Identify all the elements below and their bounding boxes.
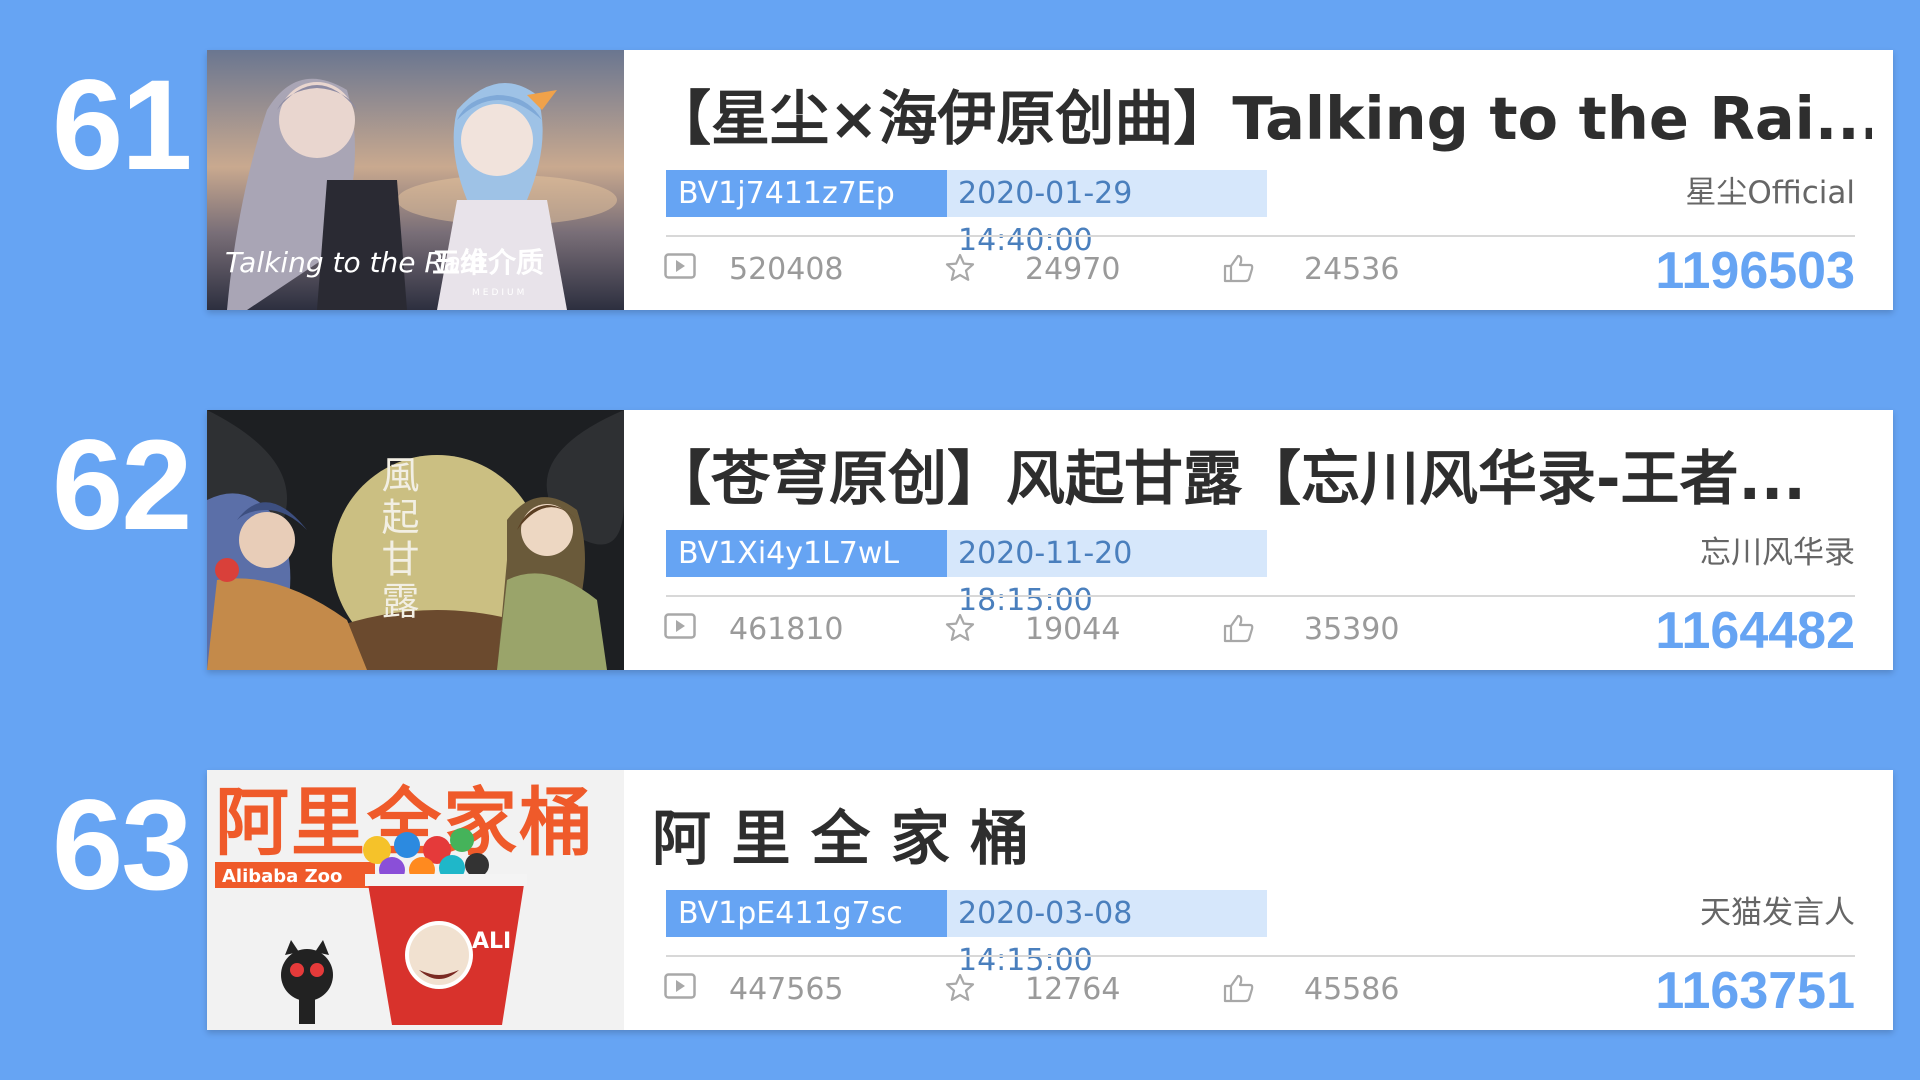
bvid-badge: BV1pE411g7sc — [666, 890, 947, 937]
like-count: 35390 — [1304, 612, 1400, 647]
video-card[interactable]: 阿里全家桶 Alibaba Zoo ALI 阿 里 全 家 桶 BV1pE411… — [207, 770, 1893, 1030]
star-icon — [945, 613, 975, 647]
star-icon — [945, 253, 975, 287]
video-title[interactable]: 【苍穹原创】风起甘露【忘川风华录-王者... — [652, 440, 1872, 518]
thumbnail-brand-text: 五维介质 — [432, 246, 544, 279]
divider — [666, 235, 1855, 237]
rank-number: 61 — [52, 54, 192, 197]
thumbnail-calligraphy: 風起甘露 — [375, 455, 419, 623]
thumbnail-bucket-text: ALI — [472, 929, 511, 954]
thumbs-up-icon — [1223, 973, 1255, 1007]
play-icon — [664, 973, 696, 1003]
publish-date: 2020-03-08 14:15:00 — [947, 890, 1267, 978]
total-score: 1164482 — [1655, 602, 1855, 660]
video-title[interactable]: 阿 里 全 家 桶 — [652, 800, 1872, 878]
divider — [666, 955, 1855, 957]
uploader-name[interactable]: 忘川风华录 — [1700, 530, 1855, 577]
video-thumbnail[interactable]: 阿里全家桶 Alibaba Zoo ALI — [207, 770, 624, 1030]
total-score: 1163751 — [1655, 962, 1855, 1020]
view-count: 520408 — [729, 252, 844, 287]
thumbnail-subtitle-text: Alibaba Zoo — [222, 866, 342, 887]
bvid-badge: BV1Xi4y1L7wL — [666, 530, 947, 577]
publish-date: 2020-11-20 18:15:00 — [947, 530, 1267, 618]
like-count: 24536 — [1304, 252, 1400, 287]
total-score: 1196503 — [1655, 242, 1855, 300]
video-card[interactable]: Talking to the Rain 五维介质 MEDIUM 【星尘×海伊原创… — [207, 50, 1893, 310]
favorite-count: 24970 — [1025, 252, 1121, 287]
ranking-entry-61: 61 Talking to the Rain 五维介质 MEDIUM 【星尘×海… — [0, 50, 1920, 310]
video-thumbnail[interactable]: Talking to the Rain 五维介质 MEDIUM — [207, 50, 624, 310]
thumbnail-brand-subtext: MEDIUM — [472, 288, 527, 298]
video-thumbnail[interactable]: 風起甘露 — [207, 410, 624, 670]
thumbs-up-icon — [1223, 613, 1255, 647]
favorite-count: 19044 — [1025, 612, 1121, 647]
thumbs-up-icon — [1223, 253, 1255, 287]
rank-number: 62 — [52, 414, 192, 557]
publish-date: 2020-01-29 14:40:00 — [947, 170, 1267, 258]
uploader-name[interactable]: 天猫发言人 — [1700, 890, 1855, 937]
bvid-badge: BV1j7411z7Ep — [666, 170, 947, 217]
play-icon — [664, 253, 696, 283]
like-count: 45586 — [1304, 972, 1400, 1007]
view-count: 461810 — [729, 612, 844, 647]
ranking-entry-62: 62 風起甘露 【苍穹原创】风起甘露【忘川风华录-王者... BV1Xi4y1L… — [0, 410, 1920, 670]
uploader-name[interactable]: 星尘Official — [1685, 170, 1855, 217]
view-count: 447565 — [729, 972, 844, 1007]
star-icon — [945, 973, 975, 1007]
video-title[interactable]: 【星尘×海伊原创曲】Talking to the Rai... — [652, 80, 1872, 158]
divider — [666, 595, 1855, 597]
video-card[interactable]: 風起甘露 【苍穹原创】风起甘露【忘川风华录-王者... BV1Xi4y1L7wL… — [207, 410, 1893, 670]
favorite-count: 12764 — [1025, 972, 1121, 1007]
play-icon — [664, 613, 696, 643]
ranking-entry-63: 63 阿里全家桶 Alibaba Zoo ALI 阿 里 全 家 桶 BV1pE… — [0, 770, 1920, 1030]
rank-number: 63 — [52, 774, 192, 917]
